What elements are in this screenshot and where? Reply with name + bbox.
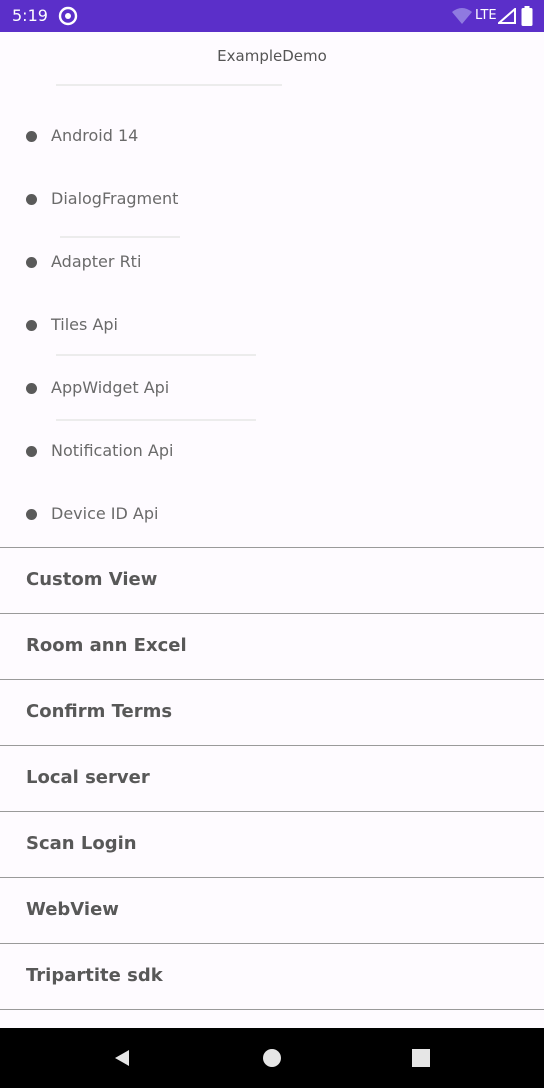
bullet-icon [26,131,37,142]
sub-list: Android 14 DialogFragment Adapter Rti Ti… [0,70,544,548]
list-item-webview[interactable]: WebView [0,879,544,943]
divider [0,811,544,812]
sub-item-label: DialogFragment [51,189,179,208]
sub-item-label: Tiles Api [51,315,118,334]
list-item-label: Tripartite sdk [26,965,163,986]
bullet-icon [26,446,37,457]
sub-item-label: Android 14 [51,126,139,145]
divider [0,679,544,680]
app-title: ExampleDemo [217,47,327,65]
divider [0,613,544,614]
divider [0,943,544,944]
sub-item-adapter-rti[interactable]: Adapter Rti [0,244,544,284]
network-type: LTE [475,8,497,23]
list-item-confirm-terms[interactable]: Confirm Terms [0,681,544,745]
sync-icon [58,6,78,26]
sub-item-android-14[interactable]: Android 14 [0,118,544,158]
recents-icon[interactable] [411,1048,431,1068]
list-item-tripartite-sdk[interactable]: Tripartite sdk [0,945,544,1009]
sub-item-label: Notification Api [51,441,174,460]
sub-item-tiles-api[interactable]: Tiles Api [0,307,544,347]
status-bar: 5:19 LTE [0,0,544,32]
status-time: 5:19 [12,6,48,25]
divider [0,745,544,746]
sub-item-label: Device ID Api [51,504,159,523]
divider [0,1009,544,1010]
list-item-scan-login[interactable]: Scan Login [0,813,544,877]
list-item-room-ann-excel[interactable]: Room ann Excel [0,615,544,679]
navigation-bar [0,1028,544,1088]
list-item-label: WebView [26,899,119,920]
back-icon[interactable] [112,1048,132,1068]
bullet-icon [26,257,37,268]
battery-icon [521,6,533,26]
sub-item-appwidget-api[interactable]: AppWidget Api [0,370,544,410]
bullet-icon [26,320,37,331]
list-item-local-server[interactable]: Local server [0,747,544,811]
sub-item-label: AppWidget Api [51,378,170,397]
list-item-label: Custom View [26,569,158,590]
divider [56,84,282,86]
divider [0,877,544,878]
list-item-custom-view[interactable]: Custom View [0,549,544,613]
divider [0,547,544,548]
sub-item-label: Adapter Rti [51,252,142,271]
divider [60,236,180,238]
wifi-icon [452,8,472,24]
bullet-icon [26,194,37,205]
list-item-label: Room ann Excel [26,635,187,656]
bullet-icon [26,509,37,520]
signal-icon [498,8,516,24]
sub-item-dialogfragment[interactable]: DialogFragment [0,181,544,221]
divider [56,419,256,421]
bullet-icon [26,383,37,394]
list-item-label: Scan Login [26,833,137,854]
divider [56,354,256,356]
home-icon[interactable] [262,1048,282,1068]
sub-item-device-id-api[interactable]: Device ID Api [0,496,544,536]
sub-item-notification-api[interactable]: Notification Api [0,433,544,473]
list-item-label: Confirm Terms [26,701,173,722]
list-item-label: Local server [26,767,150,788]
